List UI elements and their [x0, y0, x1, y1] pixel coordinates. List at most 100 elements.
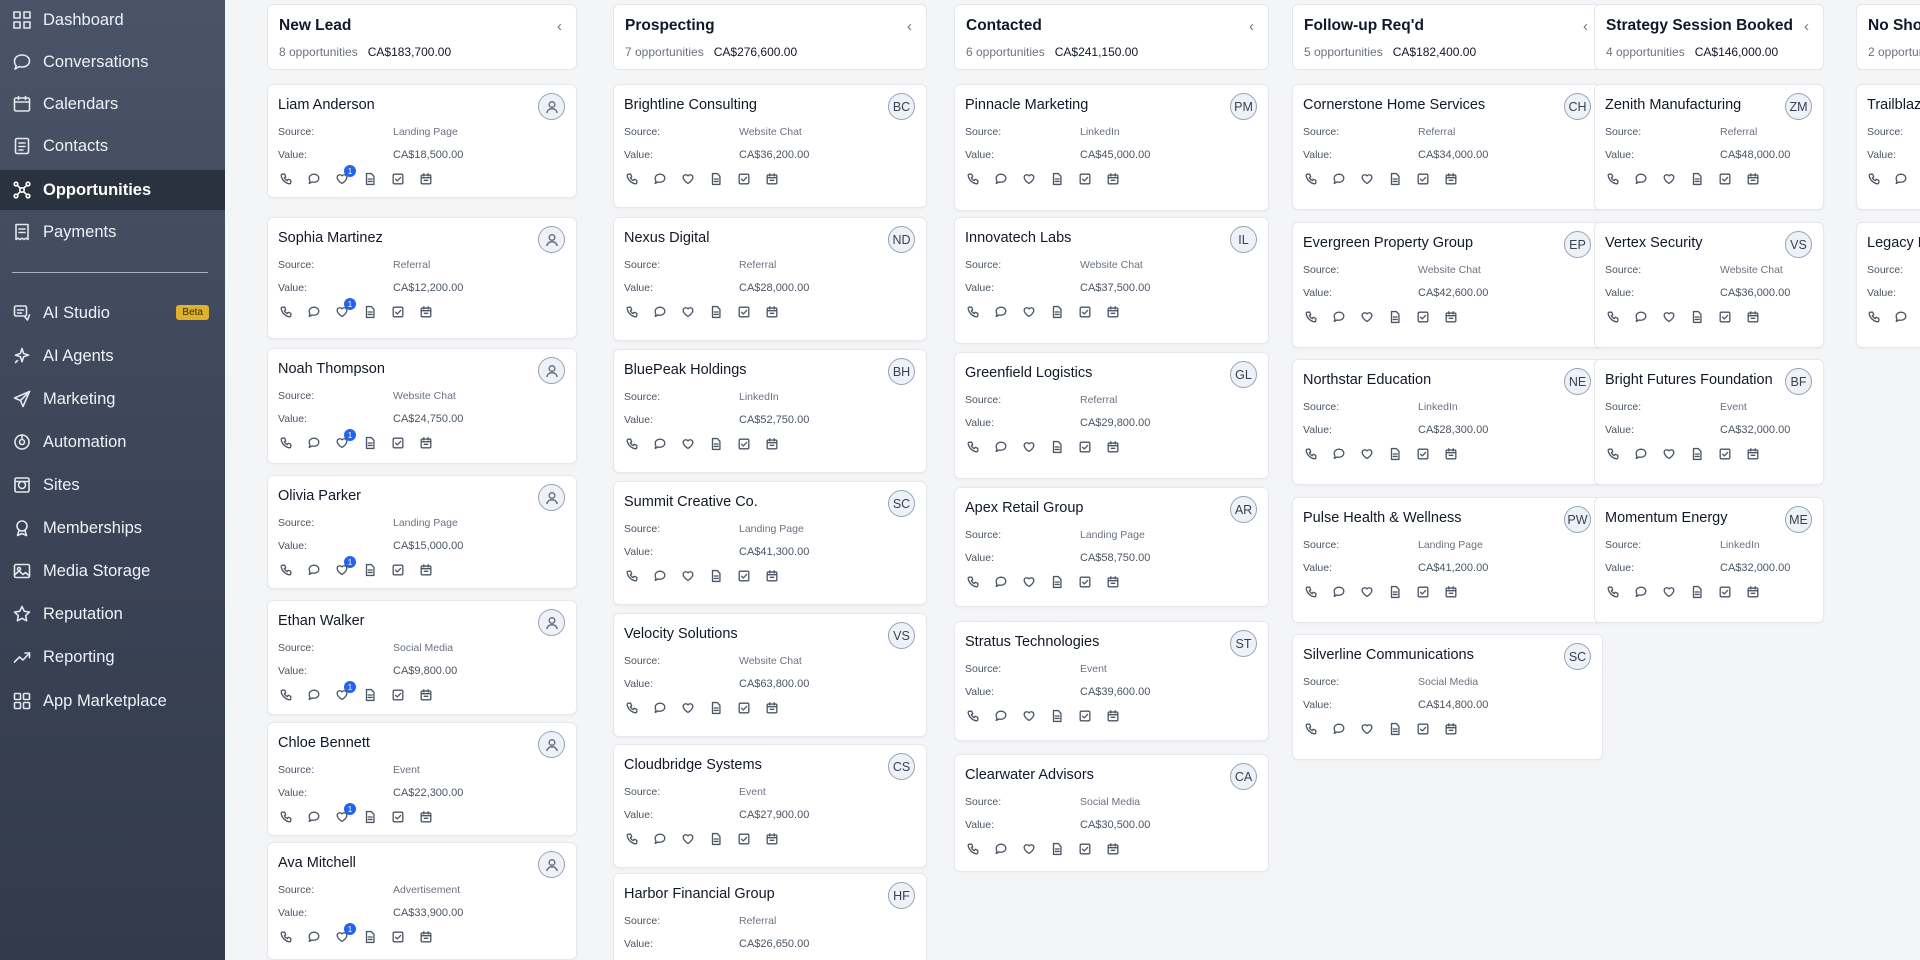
opportunity-card[interactable]: Harbor Financial Group HF Source: Referral V…: [613, 873, 927, 960]
avatar[interactable]: CA: [1230, 763, 1257, 790]
appointment-button[interactable]: [764, 171, 779, 186]
tag-button[interactable]: [1021, 439, 1036, 454]
tag-button[interactable]: [1021, 841, 1036, 856]
call-button[interactable]: [624, 304, 639, 319]
tasks-button[interactable]: [390, 435, 405, 450]
notes-button[interactable]: [1049, 574, 1064, 589]
opportunity-name[interactable]: Zenith Manufacturing: [1605, 97, 1813, 113]
avatar[interactable]: [538, 93, 565, 120]
sidebar-item-memberships[interactable]: Memberships: [0, 508, 225, 548]
message-button[interactable]: [1331, 171, 1346, 186]
tag-button[interactable]: [1021, 708, 1036, 723]
tag-button[interactable]: [680, 568, 695, 583]
appointment-button[interactable]: [1105, 171, 1120, 186]
collapse-column-icon[interactable]: ‹: [907, 18, 912, 35]
avatar[interactable]: SC: [888, 490, 915, 517]
appointment-button[interactable]: [418, 562, 433, 577]
tasks-button[interactable]: [1717, 446, 1732, 461]
appointment-button[interactable]: [418, 929, 433, 944]
message-button[interactable]: [652, 700, 667, 715]
opportunity-card[interactable]: Sophia Martinez Source: Referral Value: CA$1…: [267, 217, 577, 339]
call-button[interactable]: [1605, 171, 1620, 186]
message-button[interactable]: [306, 304, 321, 319]
opportunity-card[interactable]: Northstar Education NE Source: LinkedIn Valu…: [1292, 359, 1603, 485]
tag-button[interactable]: [1359, 721, 1374, 736]
tasks-button[interactable]: [1415, 584, 1430, 599]
avatar[interactable]: CH: [1564, 93, 1591, 120]
opportunity-card[interactable]: Brightline Consulting BC Source: Website Ch…: [613, 84, 927, 208]
sidebar-item-payments[interactable]: Payments: [0, 212, 225, 252]
sidebar-item-ai-agents[interactable]: AI Agents: [0, 336, 225, 376]
tasks-button[interactable]: [390, 687, 405, 702]
tasks-button[interactable]: [1415, 309, 1430, 324]
message-button[interactable]: [652, 304, 667, 319]
avatar[interactable]: VS: [888, 622, 915, 649]
notes-button[interactable]: [1049, 439, 1064, 454]
appointment-button[interactable]: [1745, 309, 1760, 324]
opportunity-name[interactable]: Cloudbridge Systems: [624, 757, 916, 773]
tag-button[interactable]: 1: [334, 923, 356, 944]
sidebar-item-automation[interactable]: Automation: [0, 422, 225, 462]
message-button[interactable]: [1331, 721, 1346, 736]
avatar[interactable]: GL: [1230, 361, 1257, 388]
tag-button[interactable]: 1: [334, 429, 356, 450]
message-button[interactable]: [993, 171, 1008, 186]
notes-button[interactable]: [362, 809, 377, 824]
opportunity-card[interactable]: Innovatech Labs IL Source: Website Chat Valu…: [954, 217, 1269, 344]
notes-button[interactable]: [1387, 721, 1402, 736]
notes-button[interactable]: [1689, 171, 1704, 186]
opportunity-name[interactable]: Innovatech Labs: [965, 230, 1258, 246]
notes-button[interactable]: [1387, 171, 1402, 186]
tag-button[interactable]: [1661, 446, 1676, 461]
avatar[interactable]: CS: [888, 753, 915, 780]
appointment-button[interactable]: [1745, 171, 1760, 186]
call-button[interactable]: [278, 562, 293, 577]
opportunity-card[interactable]: Zenith Manufacturing ZM Source: Referral Val…: [1594, 84, 1824, 210]
appointment-button[interactable]: [1443, 584, 1458, 599]
opportunity-card[interactable]: Liam Anderson Source: Landing Page Value: CA…: [267, 84, 577, 198]
notes-button[interactable]: [1387, 446, 1402, 461]
opportunity-name[interactable]: Cornerstone Home Services: [1303, 97, 1592, 113]
opportunity-name[interactable]: Pulse Health & Wellness: [1303, 510, 1592, 526]
opportunity-card[interactable]: Clearwater Advisors CA Source: Social Media…: [954, 754, 1269, 872]
call-button[interactable]: [965, 841, 980, 856]
call-button[interactable]: [1303, 446, 1318, 461]
tag-button[interactable]: 1: [334, 803, 356, 824]
tasks-button[interactable]: [1415, 446, 1430, 461]
tag-button[interactable]: [1021, 304, 1036, 319]
avatar[interactable]: HF: [888, 882, 915, 909]
opportunity-name[interactable]: Evergreen Property Group: [1303, 235, 1592, 251]
opportunity-name[interactable]: Sophia Martinez: [278, 230, 566, 246]
message-button[interactable]: [306, 562, 321, 577]
tasks-button[interactable]: [1077, 304, 1092, 319]
call-button[interactable]: [1605, 309, 1620, 324]
message-button[interactable]: [652, 568, 667, 583]
notes-button[interactable]: [1049, 304, 1064, 319]
message-button[interactable]: [1331, 309, 1346, 324]
opportunity-name[interactable]: Silverline Communications: [1303, 647, 1592, 663]
tasks-button[interactable]: [736, 700, 751, 715]
avatar[interactable]: [538, 851, 565, 878]
message-button[interactable]: [306, 435, 321, 450]
tag-button[interactable]: 1: [334, 165, 356, 186]
avatar[interactable]: BC: [888, 93, 915, 120]
appointment-button[interactable]: [764, 568, 779, 583]
message-button[interactable]: [306, 171, 321, 186]
opportunity-card[interactable]: Velocity Solutions VS Source: Website Chat V…: [613, 613, 927, 737]
notes-button[interactable]: [362, 304, 377, 319]
opportunity-name[interactable]: Chloe Bennett: [278, 735, 566, 751]
appointment-button[interactable]: [1443, 446, 1458, 461]
call-button[interactable]: [1303, 721, 1318, 736]
message-button[interactable]: [652, 436, 667, 451]
message-button[interactable]: [993, 439, 1008, 454]
avatar[interactable]: [538, 731, 565, 758]
tag-button[interactable]: [680, 700, 695, 715]
call-button[interactable]: [624, 568, 639, 583]
sidebar-item-reputation[interactable]: Reputation: [0, 594, 225, 634]
call-button[interactable]: [1605, 446, 1620, 461]
notes-button[interactable]: [1689, 446, 1704, 461]
message-button[interactable]: [652, 831, 667, 846]
call-button[interactable]: [1303, 309, 1318, 324]
avatar[interactable]: ME: [1785, 506, 1812, 533]
avatar[interactable]: [538, 357, 565, 384]
